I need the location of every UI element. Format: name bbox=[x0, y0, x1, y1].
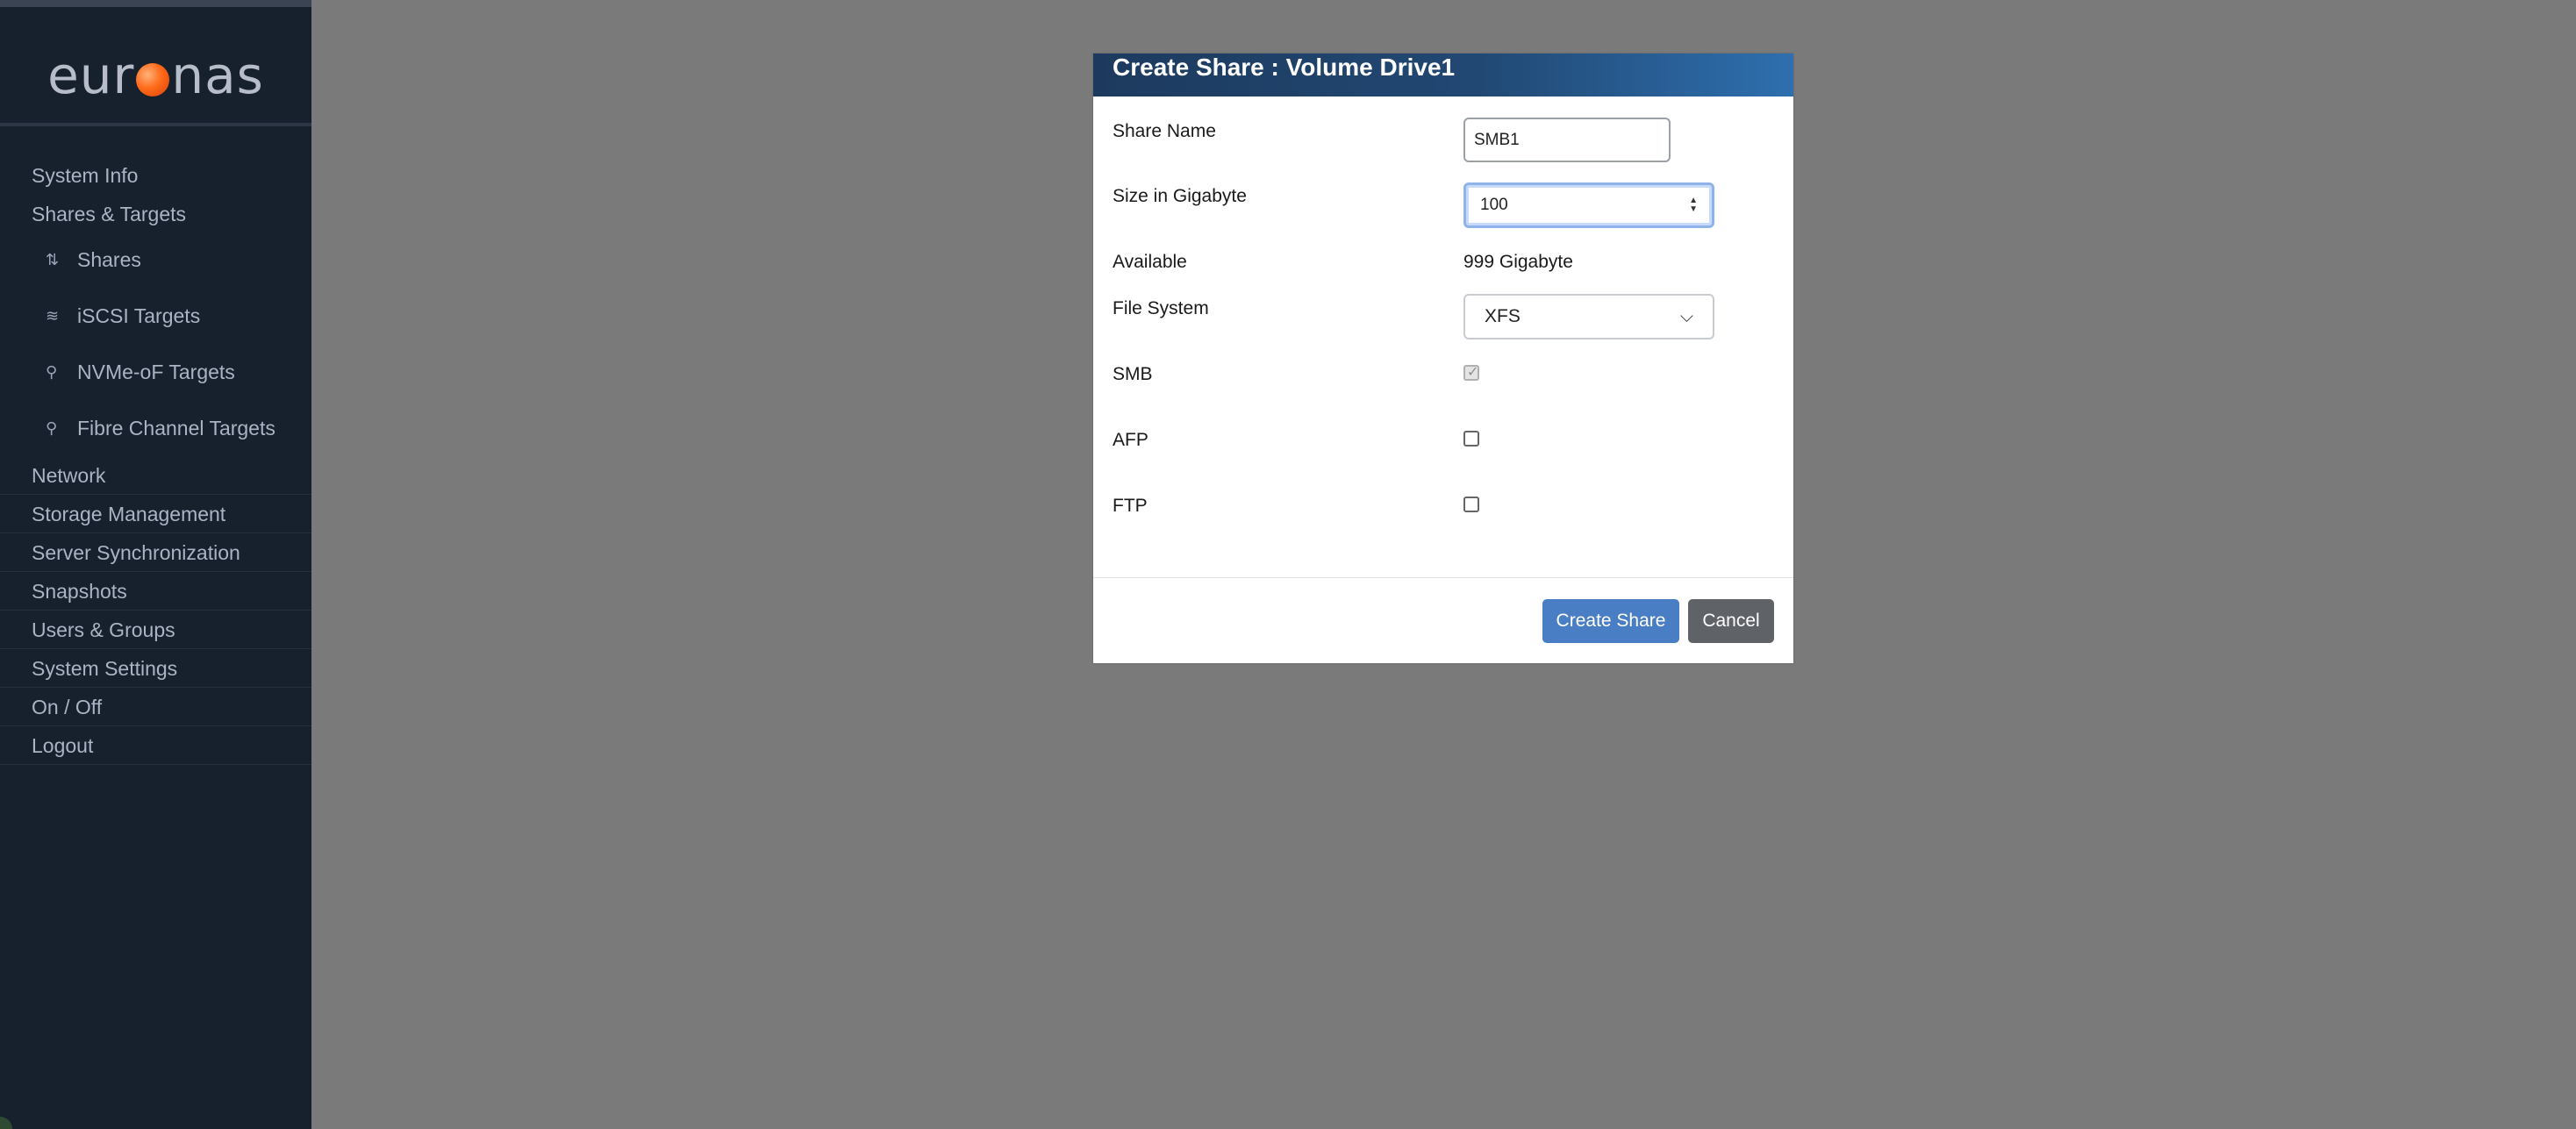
dialog-footer: Create Share Cancel bbox=[1093, 577, 1793, 663]
dialog-title: Create Share : Volume Drive1 bbox=[1093, 54, 1793, 96]
ftp-label: FTP bbox=[1113, 496, 1148, 516]
sidebar-subitem-nvme-targets[interactable]: ⚲ NVMe-oF Targets bbox=[0, 344, 311, 400]
sort-icon: ⇅ bbox=[46, 251, 60, 268]
afp-label: AFP bbox=[1113, 430, 1148, 450]
sidebar-subitem-label: iSCSI Targets bbox=[77, 304, 201, 327]
sidebar-item-storage-management[interactable]: Storage Management bbox=[0, 495, 311, 533]
logo-text-right: nas bbox=[171, 46, 264, 105]
size-gigabyte-value: 100 bbox=[1480, 196, 1508, 214]
create-share-button[interactable]: Create Share bbox=[1542, 599, 1679, 643]
sidebar-subitem-fibre-channel-targets[interactable]: ⚲ Fibre Channel Targets bbox=[0, 400, 311, 456]
available-value: 999 Gigabyte bbox=[1463, 252, 1573, 272]
sidebar-nav: System Info Shares & Targets ⇅ Shares ≋ … bbox=[0, 156, 311, 765]
chevron-down-icon: ⌵ bbox=[1679, 306, 1693, 326]
sidebar-item-shares-targets[interactable]: Shares & Targets bbox=[0, 195, 311, 233]
create-share-dialog: Create Share : Volume Drive1 Share Name … bbox=[1093, 54, 1793, 663]
sidebar: eur nas System Info Shares & Targets ⇅ S… bbox=[0, 0, 311, 1129]
sidebar-item-network[interactable]: Network bbox=[0, 456, 311, 495]
logo-text-left: eur bbox=[47, 46, 135, 105]
sidebar-item-system-settings[interactable]: System Settings bbox=[0, 649, 311, 688]
sidebar-subitem-label: Fibre Channel Targets bbox=[77, 417, 275, 439]
afp-checkbox[interactable] bbox=[1463, 431, 1479, 447]
sidebar-subitem-iscsi-targets[interactable]: ≋ iSCSI Targets bbox=[0, 288, 311, 344]
smb-checkbox[interactable] bbox=[1463, 363, 1479, 381]
file-system-selected: XFS bbox=[1485, 306, 1521, 326]
sidebar-item-snapshots[interactable]: Snapshots bbox=[0, 572, 311, 611]
available-label: Available bbox=[1113, 252, 1187, 272]
sidebar-subitem-label: NVMe-oF Targets bbox=[77, 361, 235, 383]
size-gigabyte-input[interactable]: 100 ▲ ▼ bbox=[1463, 182, 1714, 228]
spinner-down-icon[interactable]: ▼ bbox=[1689, 205, 1698, 214]
sidebar-corner-accent bbox=[0, 1117, 12, 1129]
size-label: Size in Gigabyte bbox=[1113, 186, 1247, 206]
file-system-select[interactable]: XFS ⌵ bbox=[1463, 294, 1714, 339]
sidebar-subitem-label: Shares bbox=[77, 248, 141, 271]
file-system-label: File System bbox=[1113, 298, 1209, 318]
share-name-label: Share Name bbox=[1113, 121, 1216, 141]
layers-icon: ≋ bbox=[46, 307, 60, 325]
ftp-checkbox[interactable] bbox=[1463, 497, 1479, 512]
sidebar-item-system-info[interactable]: System Info bbox=[0, 156, 311, 195]
sidebar-topline bbox=[0, 0, 311, 7]
sidebar-subitem-shares[interactable]: ⇅ Shares bbox=[0, 232, 311, 288]
network-icon: ⚲ bbox=[46, 419, 58, 437]
dialog-body: Share Name SMB1 Size in Gigabyte 100 ▲ ▼… bbox=[1093, 96, 1793, 577]
network-icon: ⚲ bbox=[46, 363, 58, 381]
sidebar-item-on-off[interactable]: On / Off bbox=[0, 688, 311, 726]
cancel-button[interactable]: Cancel bbox=[1688, 599, 1774, 643]
logo-orb-icon bbox=[136, 63, 170, 96]
brand-logo[interactable]: eur nas bbox=[0, 28, 311, 123]
sidebar-divider bbox=[0, 123, 311, 126]
number-spinner-icon[interactable]: ▲ ▼ bbox=[1689, 197, 1698, 214]
share-name-input[interactable]: SMB1 bbox=[1463, 118, 1671, 162]
sidebar-item-server-synchronization[interactable]: Server Synchronization bbox=[0, 533, 311, 572]
sidebar-item-users-groups[interactable]: Users & Groups bbox=[0, 611, 311, 649]
sidebar-item-logout[interactable]: Logout bbox=[0, 726, 311, 765]
smb-label: SMB bbox=[1113, 364, 1153, 384]
